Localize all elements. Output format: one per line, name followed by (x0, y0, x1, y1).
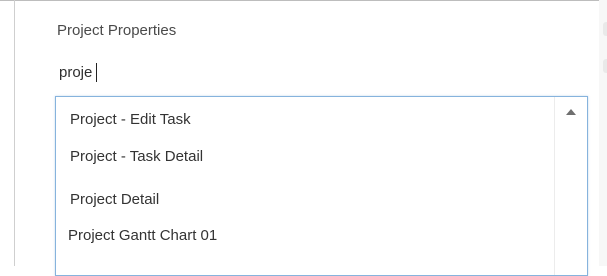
text-caret (96, 63, 97, 82)
dropdown-item-task-detail[interactable]: Project - Task Detail (70, 145, 540, 169)
panel-left-border (14, 0, 15, 266)
scroll-up-button[interactable] (554, 97, 587, 127)
dropdown-item-edit-task[interactable]: Project - Edit Task (70, 108, 540, 132)
chevron-up-icon (565, 109, 576, 115)
right-edge-strip (599, 0, 607, 266)
dropdown-scrollbar[interactable] (554, 97, 587, 275)
dropdown-item-gantt-chart[interactable]: Project Gantt Chart 01 (68, 224, 538, 248)
edge-hint-2 (603, 59, 607, 73)
search-input[interactable] (55, 55, 585, 89)
edge-hint-1 (603, 22, 607, 36)
autocomplete-dropdown[interactable]: Project - Edit Task Project - Task Detai… (55, 96, 588, 276)
dropdown-item-project-detail[interactable]: Project Detail (70, 188, 540, 212)
section-title: Project Properties (57, 22, 177, 39)
panel-top-border (0, 0, 607, 10)
